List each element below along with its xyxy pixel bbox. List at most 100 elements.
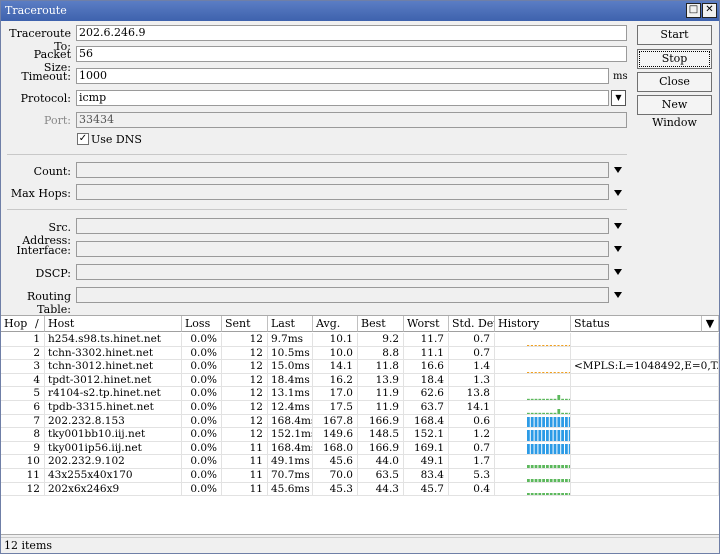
stop-button[interactable]: Stop — [637, 49, 712, 69]
status-cell: <MPLS:L=1048492,E=0,T... — [571, 360, 719, 374]
hop-cell: 3 — [1, 360, 45, 374]
start-button[interactable]: Start — [637, 25, 712, 45]
hop-cell: 4 — [1, 373, 45, 388]
best-cell: 8.8 — [358, 346, 404, 361]
table-row[interactable]: 10 202.232.9.102 0.0% 11 49.1ms 45.6 44.0 49.1 1… — [1, 455, 719, 469]
history-bar — [527, 430, 530, 441]
new-window-button[interactable]: New Window — [637, 95, 712, 129]
column-header-best[interactable]: Best — [358, 316, 404, 332]
sent-cell: 11 — [222, 455, 268, 469]
table-row[interactable]: 12 202x6x246x9 0.0% 11 45.6ms 45.3 44.3 45.7 0.4 — [1, 482, 719, 497]
status-cell — [571, 482, 719, 497]
best-cell: 148.5 — [358, 428, 404, 442]
traceroute-to-input[interactable]: 202.6.246.9 — [76, 25, 627, 41]
column-header-history[interactable]: History — [495, 316, 571, 332]
worst-cell: 63.7 — [404, 401, 449, 415]
protocol-dropdown-icon[interactable]: ▼ — [611, 90, 626, 106]
table-row[interactable]: 4 tpdt-3012.hinet.net 0.0% 12 18.4ms 16.2 13.9… — [1, 373, 719, 388]
separator — [7, 209, 627, 210]
history-bar — [530, 416, 534, 428]
column-header-worst[interactable]: Worst — [404, 316, 449, 332]
table-row[interactable]: 6 tpdb-3315.hinet.net 0.0% 12 12.4ms 17.5 11.9… — [1, 401, 719, 415]
use-dns-checkbox[interactable]: ✓ — [77, 133, 89, 145]
dscp-input[interactable] — [76, 264, 609, 280]
history-bar — [542, 465, 545, 469]
history-cell — [495, 373, 571, 388]
interface-dropdown-icon[interactable] — [614, 246, 622, 252]
history-bar — [542, 479, 545, 482]
src-address-input[interactable] — [76, 218, 609, 234]
host-cell: h254.s98.ts.hinet.net — [45, 333, 182, 347]
dscp-dropdown-icon[interactable] — [614, 269, 622, 275]
column-header-hop[interactable]: Hop / — [1, 316, 45, 332]
table-row[interactable]: 5 r4104-s2.tp.hinet.net 0.0% 12 13.1ms 17.0 11… — [1, 387, 719, 401]
table-row[interactable]: 7 202.232.8.153 0.0% 12 168.4ms 167.8 166.9 168… — [1, 414, 719, 429]
maximize-icon[interactable]: □ — [686, 3, 701, 18]
history-bar — [542, 430, 545, 441]
loss-cell: 0.0% — [182, 414, 222, 429]
routing-table-input[interactable] — [76, 287, 609, 303]
column-header-avg[interactable]: Avg. — [313, 316, 358, 332]
history-cell — [495, 387, 571, 401]
close-icon[interactable]: ✕ — [702, 3, 717, 18]
column-header-last[interactable]: Last — [268, 316, 313, 332]
history-bar — [553, 416, 557, 428]
history-bar — [534, 492, 538, 496]
history-bar — [527, 465, 530, 469]
history-bar — [530, 430, 534, 441]
column-header-std-dev[interactable]: Std. Dev. — [449, 316, 495, 332]
sent-cell: 12 — [222, 428, 268, 442]
table-row[interactable]: 11 43x255x40x170 0.0% 11 70.7ms 70.0 63.5 83.4 5… — [1, 469, 719, 483]
count-label: Count: — [33, 165, 71, 178]
last-cell: 45.6ms — [268, 482, 313, 497]
last-cell: 49.1ms — [268, 455, 313, 469]
history-bar — [553, 430, 557, 441]
worst-cell: 62.6 — [404, 387, 449, 401]
table-row[interactable]: 2 tchn-3302.hinet.net 0.0% 12 10.5ms 10.0 8.8 1… — [1, 346, 719, 361]
count-input[interactable] — [76, 162, 609, 178]
loss-cell: 0.0% — [182, 333, 222, 347]
column-header-sent[interactable]: Sent — [222, 316, 268, 332]
window-title: Traceroute — [5, 4, 67, 17]
column-header-host[interactable]: Host — [45, 316, 182, 332]
column-header-status[interactable]: Status — [571, 316, 702, 332]
loss-cell: 0.0% — [182, 469, 222, 483]
history-cell — [495, 333, 571, 347]
table-row[interactable]: 9 tky001ip56.iij.net 0.0% 11 168.4ms 168.0 166… — [1, 441, 719, 456]
use-dns-label: Use DNS — [91, 133, 142, 146]
history-bar — [549, 479, 553, 482]
host-cell: tpdb-3315.hinet.net — [45, 401, 182, 415]
best-cell: 44.3 — [358, 482, 404, 497]
close-button[interactable]: Close — [637, 72, 712, 92]
src-address-dropdown-icon[interactable] — [614, 223, 622, 229]
last-cell: 168.4ms — [268, 441, 313, 456]
worst-cell: 45.7 — [404, 482, 449, 497]
timeout-label: Timeout: — [21, 70, 71, 83]
protocol-select[interactable]: icmp — [76, 90, 609, 106]
count-dropdown-icon[interactable] — [614, 167, 622, 173]
std-dev-cell: 0.7 — [449, 346, 495, 361]
history-bar — [538, 492, 542, 496]
sent-cell: 11 — [222, 441, 268, 456]
routing-table-dropdown-icon[interactable] — [614, 292, 622, 298]
timeout-unit: ms — [613, 71, 628, 82]
history-bar — [538, 443, 542, 455]
hop-cell: 6 — [1, 401, 45, 415]
max-hops-dropdown-icon[interactable] — [614, 190, 622, 196]
column-header-loss[interactable]: Loss — [182, 316, 222, 332]
hop-cell: 5 — [1, 387, 45, 401]
column-chooser-icon[interactable]: ▼ — [702, 316, 719, 332]
table-row[interactable]: 1 h254.s98.ts.hinet.net 0.0% 12 9.7ms 10.1 9.2… — [1, 333, 719, 347]
sent-cell: 12 — [222, 333, 268, 347]
timeout-input[interactable]: 1000 — [76, 68, 609, 84]
interface-input[interactable] — [76, 241, 609, 257]
host-cell: 202x6x246x9 — [45, 482, 182, 497]
packet-size-input[interactable]: 56 — [76, 46, 627, 62]
loss-cell: 0.0% — [182, 455, 222, 469]
table-row[interactable]: 3 tchn-3012.hinet.net 0.0% 12 15.0ms 14.1 11.8… — [1, 360, 719, 374]
table-row[interactable]: 8 tky001bb10.iij.net 0.0% 12 152.1ms 149.6 148… — [1, 428, 719, 442]
max-hops-input[interactable] — [76, 184, 609, 200]
history-bar — [561, 430, 564, 441]
best-cell: 11.9 — [358, 387, 404, 401]
history-cell — [495, 469, 571, 483]
